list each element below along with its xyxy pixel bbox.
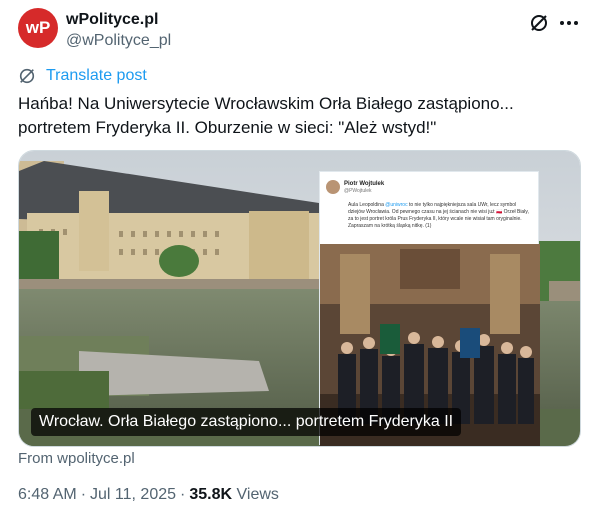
post-text-line: Hańba! Na Uniwersytecie Wrocławskim Orła… (18, 94, 514, 113)
more-icon[interactable] (558, 12, 580, 34)
translate-label: Translate post (46, 67, 147, 84)
embedded-post-header: Piotr Wojtulek @PWojtulek (326, 180, 384, 194)
display-name[interactable]: wPolityce.pl (66, 10, 171, 30)
views-label[interactable]: Views (237, 486, 279, 503)
embedded-avatar (326, 180, 340, 194)
post-date[interactable]: Jul 11, 2025 (90, 486, 176, 503)
avatar[interactable]: wP (18, 8, 58, 48)
embedded-mention: @uniwroc (385, 202, 408, 208)
embedded-handle: @PWojtulek (344, 187, 372, 194)
avatar-text: wP (25, 18, 51, 37)
meta-separator: · (80, 486, 87, 503)
views-count[interactable]: 35.8K (189, 486, 232, 503)
post-text: Hańba! Na Uniwersytecie Wrocławskim Orła… (18, 92, 584, 140)
post-header: wP wPolityce.pl @wPolityce_pl (18, 8, 584, 52)
meta-separator: · (180, 486, 186, 503)
author-names: wPolityce.pl @wPolityce_pl (66, 10, 171, 52)
embedded-post-text: Aula Leopoldina @uniwroc to nie tylko na… (348, 202, 532, 230)
post-time[interactable]: 6:48 AM (18, 486, 77, 503)
grok-icon[interactable] (528, 12, 550, 34)
handle[interactable]: @wPolityce_pl (66, 30, 171, 52)
link-card[interactable]: Piotr Wojtulek @PWojtulek Aula Leopoldin… (18, 150, 581, 447)
embedded-text-start: Aula Leopoldina (348, 202, 386, 208)
translate-icon (18, 66, 38, 86)
embedded-post: Piotr Wojtulek @PWojtulek Aula Leopoldin… (319, 171, 540, 446)
post-text-line: portretem Fryderyka II. Oburzenie w siec… (18, 118, 437, 137)
translate-post-link[interactable]: Translate post (18, 66, 147, 86)
post-meta: 6:48 AM · Jul 11, 2025 · 35.8K Views (18, 486, 279, 504)
card-caption: Wrocław. Orła Białego zastąpiono... port… (31, 408, 462, 436)
embedded-author: Piotr Wojtulek (344, 180, 385, 187)
card-source[interactable]: From wpolityce.pl (18, 450, 135, 467)
